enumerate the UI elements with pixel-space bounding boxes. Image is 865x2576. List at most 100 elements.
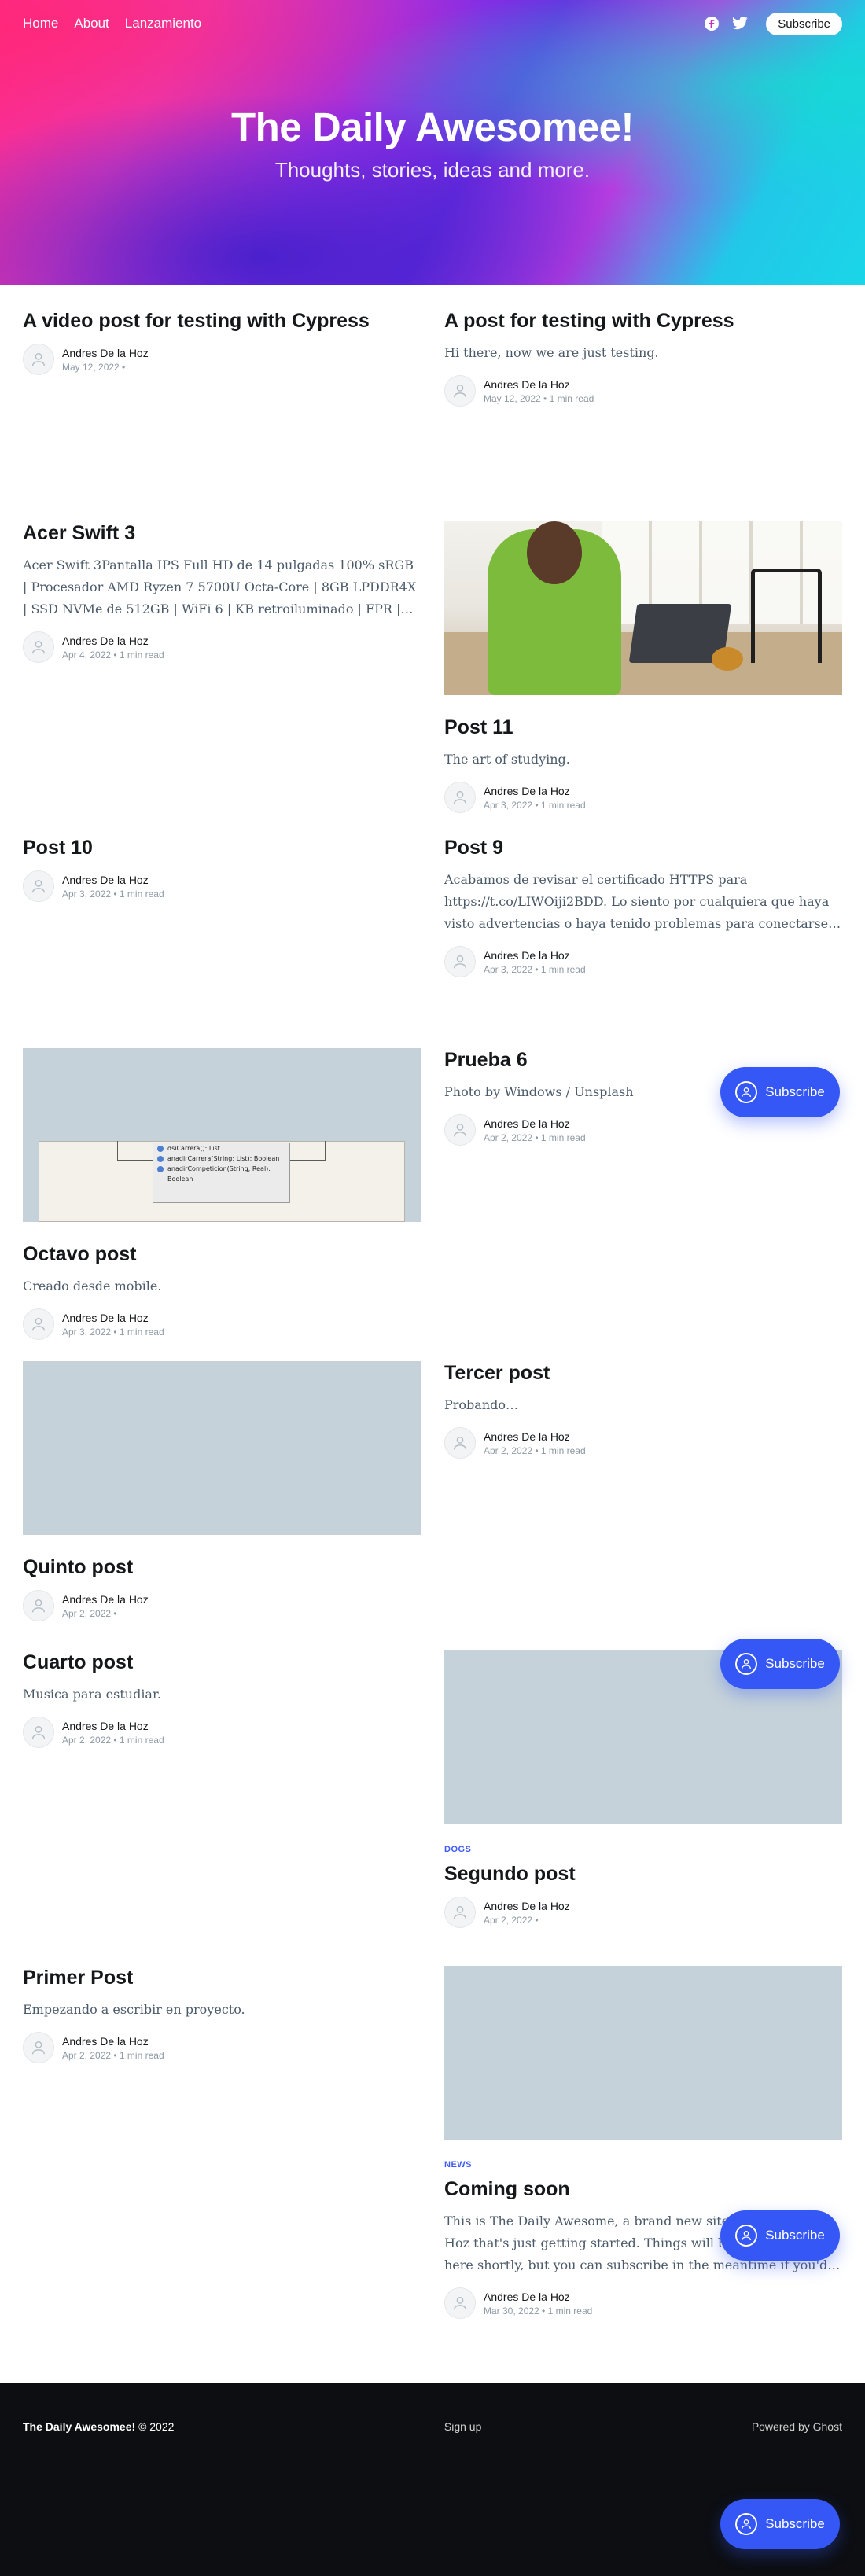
facebook-icon[interactable] [703,15,720,32]
author-name[interactable]: Andres De la Hoz [62,347,149,359]
post-meta: Andres De la Hoz Apr 3, 2022 • 1 min rea… [444,946,842,977]
post-title[interactable]: Post 10 [23,836,421,859]
nav-right: Subscribe [703,12,842,35]
post-title[interactable]: Octavo post [23,1242,421,1266]
author-avatar-icon[interactable] [444,1897,476,1928]
post-excerpt: Hi there, now we are just testing. [444,345,659,360]
post-card[interactable]: Post 10 Andres De la Hoz Apr 3, 2022 • 1… [23,836,421,902]
nav-link-home[interactable]: Home [23,16,58,31]
post-tag[interactable]: DOGS [444,1845,842,1854]
post-date: Apr 2, 2022 • 1 min read [62,1734,164,1746]
uml-method-line: anadirCompeticion(String; Real): Boolean [153,1164,289,1183]
post-meta: Andres De la Hoz Apr 2, 2022 • 1 min rea… [444,1114,842,1146]
author-name[interactable]: Andres De la Hoz [62,2035,164,2048]
twitter-icon[interactable] [731,15,749,32]
author-avatar-icon[interactable] [23,1308,54,1340]
nav-links: Home About Lanzamiento [23,16,201,31]
floating-subscribe-button[interactable]: Subscribe [720,2499,840,2549]
author-avatar-icon[interactable] [23,344,54,375]
author-avatar-icon[interactable] [444,1114,476,1146]
post-title[interactable]: A video post for testing with Cypress [23,309,421,333]
post-title[interactable]: A post for testing with Cypress [444,309,842,333]
author-name[interactable]: Andres De la Hoz [484,785,586,797]
post-meta: Andres De la Hoz Apr 4, 2022 • 1 min rea… [23,631,421,663]
subscribe-button[interactable]: Subscribe [766,12,842,35]
studying-photo [444,521,842,695]
author-avatar-icon[interactable] [444,1427,476,1459]
post-card[interactable]: DOGS Segundo post Andres De la Hoz Apr 2… [444,1650,842,1928]
author-name[interactable]: Andres De la Hoz [62,635,164,647]
author-name[interactable]: Andres De la Hoz [62,1312,164,1324]
floating-subscribe-button[interactable]: Subscribe [720,1639,840,1689]
author-name[interactable]: Andres De la Hoz [62,1720,164,1732]
post-title[interactable]: Cuarto post [23,1650,421,1674]
nav-link-about[interactable]: About [74,16,109,31]
author-name[interactable]: Andres De la Hoz [62,1593,149,1606]
post-card[interactable]: Quinto post Andres De la Hoz Apr 2, 2022… [23,1361,421,1621]
post-date: Apr 2, 2022 • [62,1607,117,1619]
post-card[interactable]: A video post for testing with Cypress An… [23,309,421,375]
post-image-placeholder[interactable] [444,1966,842,2140]
post-excerpt: Probando… [444,1397,519,1412]
post-title[interactable]: Primer Post [23,1966,421,1989]
author-name[interactable]: Andres De la Hoz [484,1900,570,1912]
post-date: Apr 2, 2022 • 1 min read [484,1132,586,1143]
author-name[interactable]: Andres De la Hoz [62,874,164,886]
floating-subscribe-button[interactable]: Subscribe [720,2210,840,2261]
author-name[interactable]: Andres De la Hoz [484,949,586,962]
post-card[interactable]: Tercer post Probando… Andres De la Hoz A… [444,1361,842,1459]
uml-method-line: anadirCarrera(String; List): Boolean [153,1154,289,1164]
post-image-placeholder[interactable] [23,1361,421,1535]
floating-subscribe-label: Subscribe [765,1084,825,1099]
post-title[interactable]: Post 9 [444,836,842,859]
post-card[interactable]: NEWS Coming soon This is The Daily Aweso… [444,1966,842,2319]
post-title[interactable]: Coming soon [444,2177,842,2201]
author-avatar-icon[interactable] [444,2287,476,2319]
post-date: May 12, 2022 • [62,361,126,373]
post-card[interactable]: Primer Post Empezando a escribir en proy… [23,1966,421,2063]
powered-by-ghost-link[interactable]: Powered by Ghost [752,2420,842,2433]
post-card[interactable]: A post for testing with Cypress Hi there… [444,309,842,407]
post-date: May 12, 2022 • 1 min read [484,392,594,404]
post-meta: Andres De la Hoz Apr 3, 2022 • 1 min rea… [23,1308,421,1340]
post-date: Apr 4, 2022 • 1 min read [62,649,164,661]
post-date: Mar 30, 2022 • 1 min read [484,2305,593,2317]
post-card[interactable]: Acer Swift 3 Acer Swift 3Pantalla IPS Fu… [23,521,421,663]
post-excerpt: Creado desde mobile. [23,1279,162,1294]
author-avatar-icon[interactable] [444,782,476,813]
author-name[interactable]: Andres De la Hoz [484,2291,592,2303]
author-avatar-icon[interactable] [444,375,476,407]
post-card[interactable]: Post 11 The art of studying. Andres De l… [444,521,842,813]
post-meta: Andres De la Hoz May 12, 2022 • [23,344,421,375]
post-tag[interactable]: NEWS [444,2160,842,2169]
post-title[interactable]: Quinto post [23,1555,421,1579]
post-card[interactable]: Cuarto post Musica para estudiar. Andres… [23,1650,421,1748]
footer-signup-link[interactable]: Sign up [444,2420,481,2433]
post-title[interactable]: Segundo post [444,1862,842,1886]
post-image[interactable] [444,521,842,695]
nav-link-lanzamiento[interactable]: Lanzamiento [125,16,201,31]
footer-site-link[interactable]: The Daily Awesomee! [23,2420,135,2433]
author-avatar-icon[interactable] [23,1717,54,1748]
post-image[interactable]: dsiCarrera(): List anadirCarrera(String;… [23,1048,421,1222]
author-avatar-icon[interactable] [444,946,476,977]
user-icon [735,1081,758,1103]
post-card[interactable]: Post 9 Acabamos de revisar el certificad… [444,836,842,977]
user-icon [735,2513,758,2535]
post-title[interactable]: Tercer post [444,1361,842,1385]
author-name[interactable]: Andres De la Hoz [484,1430,586,1443]
author-avatar-icon[interactable] [23,631,54,663]
post-date: Apr 3, 2022 • 1 min read [62,888,164,900]
floating-subscribe-label: Subscribe [765,1656,825,1671]
author-avatar-icon[interactable] [23,1590,54,1621]
floating-subscribe-button[interactable]: Subscribe [720,1067,840,1117]
post-title[interactable]: Post 11 [444,716,842,739]
post-excerpt: The art of studying. [444,752,570,767]
author-avatar-icon[interactable] [23,870,54,902]
author-name[interactable]: Andres De la Hoz [484,1117,586,1130]
post-title[interactable]: Acer Swift 3 [23,521,421,545]
author-avatar-icon[interactable] [23,2032,54,2063]
post-excerpt: Acabamos de revisar el certificado HTTPS… [444,872,841,931]
post-card[interactable]: dsiCarrera(): List anadirCarrera(String;… [23,1048,421,1340]
author-name[interactable]: Andres De la Hoz [484,378,594,391]
